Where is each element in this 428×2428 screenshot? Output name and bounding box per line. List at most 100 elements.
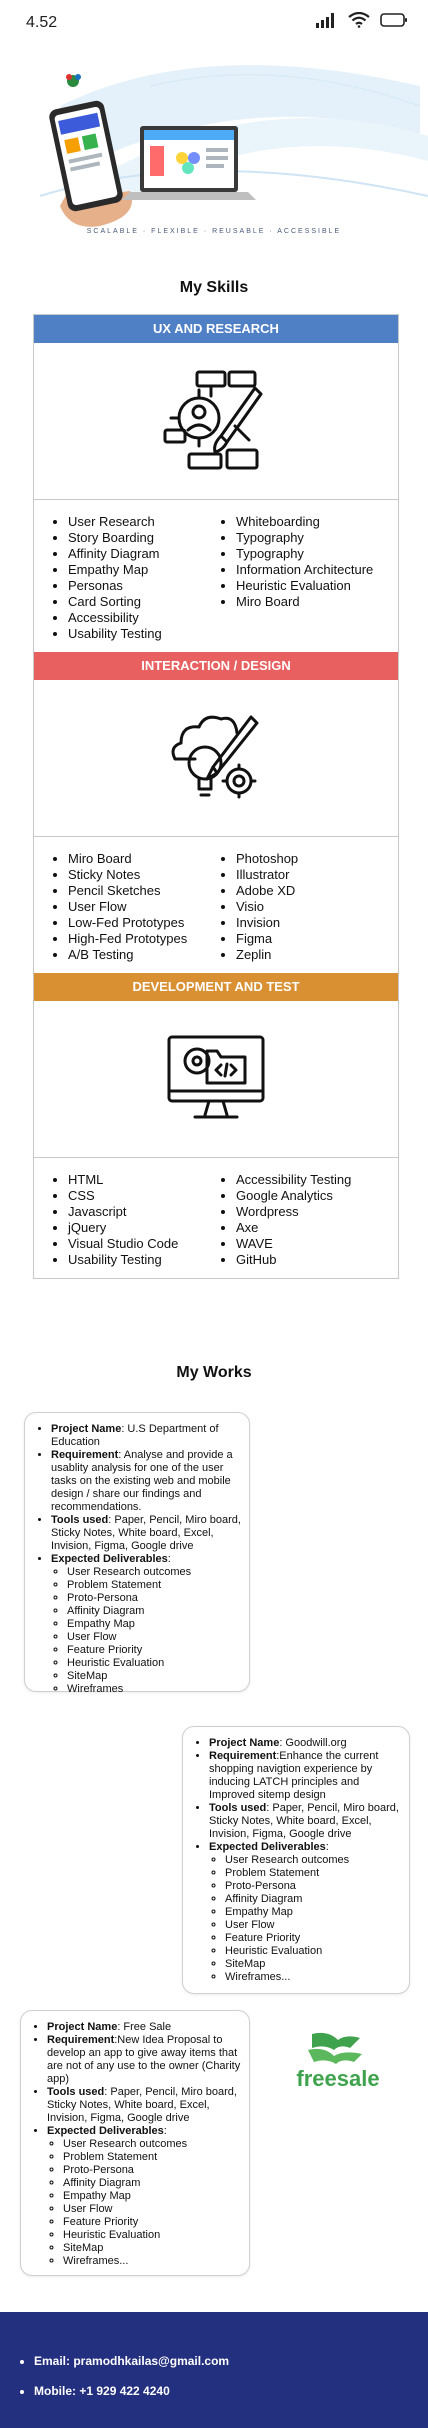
- list-item: User Research outcomes: [67, 1566, 241, 1579]
- skill-card-ux-research: UX AND RESEARCH User Research Story Boar…: [33, 314, 399, 1279]
- list-item: Proto-Persona: [63, 2164, 241, 2177]
- list-item: Usability Testing: [68, 626, 218, 642]
- work-details: Project Name: Goodwill.org Requirement:E…: [191, 1737, 401, 1984]
- hero-banner: [0, 46, 428, 246]
- list-item: Empathy Map: [67, 1618, 241, 1631]
- skill-lists: HTML CSS Javascript jQuery Visual Studio…: [34, 1158, 398, 1278]
- signal-icon: [316, 13, 334, 28]
- work-details: Project Name: Free Sale Requirement:New …: [29, 2021, 241, 2268]
- list-item: Google Analytics: [236, 1188, 351, 1204]
- list-item: User Flow: [68, 899, 218, 915]
- contact-email[interactable]: Email: pramodhkailas@gmail.com: [34, 2346, 428, 2376]
- list-item: Sticky Notes: [68, 867, 218, 883]
- list-item: Empathy Map: [63, 2190, 241, 2203]
- list-item: SiteMap: [67, 1670, 241, 1683]
- deliverables-list: User Research outcomes Problem Statement…: [209, 1854, 401, 1984]
- list-item: High-Fed Prototypes: [68, 931, 218, 947]
- list-item: A/B Testing: [68, 947, 218, 963]
- list-item: Affinity Diagram: [68, 546, 218, 562]
- skill-icon-area: [34, 343, 398, 500]
- list-item: Project Name: Goodwill.org: [209, 1737, 401, 1750]
- list-item: WAVE: [236, 1236, 351, 1252]
- list-item: Story Boarding: [68, 530, 218, 546]
- list-item: Heuristic Evaluation: [67, 1657, 241, 1670]
- battery-icon: [380, 13, 407, 27]
- list-item: Card Sorting: [68, 594, 218, 610]
- list-item: Miro Board: [236, 594, 373, 610]
- list-item: User Research outcomes: [63, 2138, 241, 2151]
- list-item: Empathy Map: [68, 562, 218, 578]
- list-item: HTML: [68, 1172, 218, 1188]
- skill-header: DEVELOPMENT AND TEST: [34, 973, 398, 1001]
- list-item: Requirement: Analyse and provide a usabl…: [51, 1449, 241, 1514]
- list-item: Affinity Diagram: [63, 2177, 241, 2190]
- list-item: User Flow: [225, 1919, 401, 1932]
- list-item: Project Name: U.S Department of Educatio…: [51, 1423, 241, 1449]
- skills-title: My Skills: [179, 279, 249, 296]
- skill-header: INTERACTION / DESIGN: [34, 652, 398, 680]
- list-item: Wireframes...: [225, 1971, 401, 1984]
- list-item: User Research outcomes: [225, 1854, 401, 1867]
- list-item: Expected Deliverables: User Research out…: [209, 1841, 401, 1984]
- hero-illustration: [39, 65, 428, 227]
- list-item: Photoshop: [236, 851, 298, 867]
- list-item: Requirement:New Idea Proposal to develop…: [47, 2034, 241, 2086]
- skill-list-col1: User Research Story Boarding Affinity Di…: [34, 514, 218, 642]
- list-item: Wireframes...: [63, 2255, 241, 2268]
- list-item: Zeplin: [236, 947, 298, 963]
- list-item: SiteMap: [63, 2242, 241, 2255]
- list-item: Affinity Diagram: [67, 1605, 241, 1618]
- list-item: Tools used: Paper, Pencil, Miro board, S…: [51, 1514, 241, 1553]
- work-card-us-dept-education[interactable]: Project Name: U.S Department of Educatio…: [24, 1412, 250, 1695]
- development-test-icon: [167, 1035, 265, 1119]
- list-item: Visual Studio Code: [68, 1236, 218, 1252]
- list-item: Heuristic Evaluation: [236, 578, 373, 594]
- list-item: Wordpress: [236, 1204, 351, 1220]
- skill-icon-area: [34, 1001, 398, 1158]
- status-bar: 4.52: [0, 0, 428, 44]
- list-item: Empathy Map: [225, 1906, 401, 1919]
- list-item: Tools used: Paper, Pencil, Miro board, S…: [209, 1802, 401, 1841]
- deliverables-list: User Research outcomes Problem Statement…: [51, 1566, 241, 1696]
- list-item: CSS: [68, 1188, 218, 1204]
- list-item: Javascript: [68, 1204, 218, 1220]
- list-item: Pencil Sketches: [68, 883, 218, 899]
- list-item: Personas: [68, 578, 218, 594]
- list-item: Problem Statement: [225, 1867, 401, 1880]
- list-item: Problem Statement: [63, 2151, 241, 2164]
- list-item: Figma: [236, 931, 298, 947]
- list-item: Requirement:Enhance the current shopping…: [209, 1750, 401, 1802]
- work-details: Project Name: U.S Department of Educatio…: [33, 1423, 241, 1696]
- list-item: Information Architecture: [236, 562, 373, 578]
- list-item: Typography: [236, 546, 373, 562]
- skill-list-col2: Photoshop Illustrator Adobe XD Visio Inv…: [218, 851, 298, 963]
- skill-list-col2: Accessibility Testing Google Analytics W…: [218, 1172, 351, 1268]
- contact-mobile[interactable]: Mobile: +1 929 422 4240: [34, 2376, 428, 2406]
- list-item: Accessibility: [68, 610, 218, 626]
- list-item: Proto-Persona: [67, 1592, 241, 1605]
- list-item: Typography: [236, 530, 373, 546]
- list-item: Illustrator: [236, 867, 298, 883]
- work-card-goodwill[interactable]: Project Name: Goodwill.org Requirement:E…: [182, 1726, 410, 1994]
- list-item: Invision: [236, 915, 298, 931]
- list-item: Expected Deliverables: User Research out…: [47, 2125, 241, 2268]
- hero-caption: SCALABLE · FLEXIBLE · REUSABLE · ACCESSI…: [86, 228, 342, 235]
- list-item: Feature Priority: [63, 2216, 241, 2229]
- works-title: My Works: [176, 1364, 252, 1381]
- work-card-free-sale[interactable]: Project Name: Free Sale Requirement:New …: [20, 2010, 250, 2276]
- list-item: jQuery: [68, 1220, 218, 1236]
- deliverables-list: User Research outcomes Problem Statement…: [47, 2138, 241, 2268]
- list-item: Feature Priority: [67, 1644, 241, 1657]
- list-item: Expected Deliverables: User Research out…: [51, 1553, 241, 1696]
- skill-lists: Miro Board Sticky Notes Pencil Sketches …: [34, 837, 398, 973]
- list-item: Visio: [236, 899, 298, 915]
- wifi-icon: [348, 12, 370, 28]
- list-item: Tools used: Paper, Pencil, Miro board, S…: [47, 2086, 241, 2125]
- interaction-design-icon: [171, 715, 259, 799]
- freesale-logo: freesale: [296, 2032, 380, 2091]
- list-item: Accessibility Testing: [236, 1172, 351, 1188]
- status-time: 4.52: [26, 14, 58, 31]
- skill-lists: User Research Story Boarding Affinity Di…: [34, 500, 398, 652]
- skill-list-col1: HTML CSS Javascript jQuery Visual Studio…: [34, 1172, 218, 1268]
- list-item: Feature Priority: [225, 1932, 401, 1945]
